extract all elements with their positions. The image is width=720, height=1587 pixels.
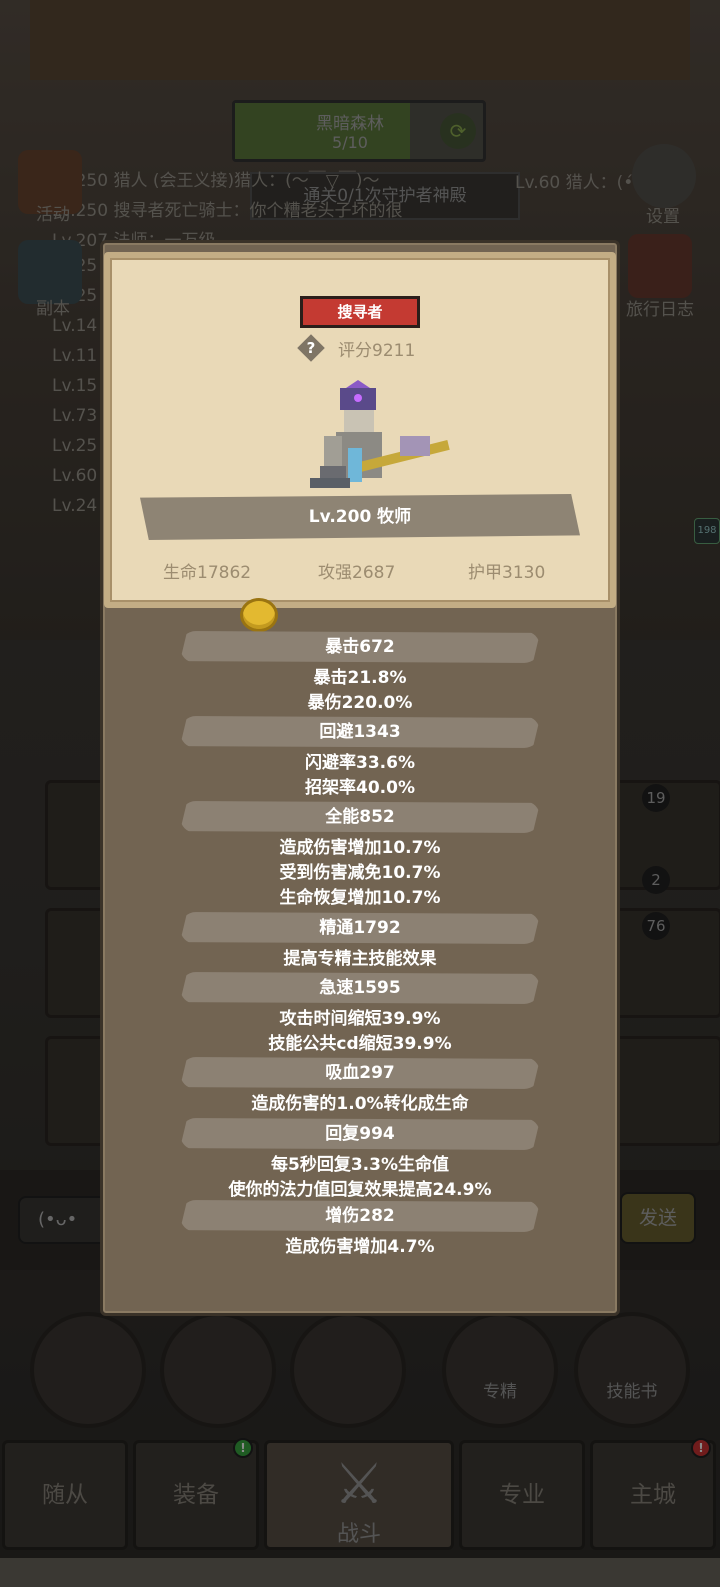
- attribute-detail: 闪避率33.6%: [305, 753, 415, 773]
- attribute-detail: 使你的法力值回复效果提高24.9%: [228, 1180, 492, 1200]
- attribute-title: 回复994: [325, 1124, 395, 1144]
- attribute-detail: 技能公共cd缩短39.9%: [268, 1034, 452, 1054]
- score-value: 评分9211: [338, 341, 416, 361]
- attribute-title: 回避1343: [319, 722, 401, 742]
- priest-avatar: [310, 380, 450, 488]
- level-class-text: Lv.200 牧师: [308, 507, 412, 527]
- attribute-detail: 攻击时间缩短39.9%: [279, 1009, 441, 1029]
- attribute-title: 精通1792: [319, 918, 401, 938]
- attribute-title: 暴击672: [325, 637, 395, 657]
- attribute-detail: 每5秒回复3.3%生命值: [271, 1155, 449, 1175]
- attribute-detail: 造成伤害的1.0%转化成生命: [251, 1094, 469, 1114]
- attribute-title: 全能852: [325, 807, 395, 827]
- attribute-detail: 暴伤220.0%: [307, 693, 413, 713]
- hp-stat: 生命17862: [163, 563, 252, 583]
- attribute-detail: 招架率40.0%: [305, 778, 415, 798]
- attribute-detail: 造成伤害增加4.7%: [285, 1237, 435, 1257]
- coin-icon: [240, 598, 278, 632]
- attribute-detail: 受到伤害减免10.7%: [279, 863, 441, 883]
- attribute-title: 增伤282: [325, 1206, 395, 1226]
- attribute-detail: 暴击21.8%: [313, 668, 407, 688]
- attribute-title: 急速1595: [319, 978, 401, 998]
- armor-stat: 护甲3130: [468, 563, 546, 583]
- attribute-detail: 造成伤害增加10.7%: [279, 838, 441, 858]
- attribute-detail: 生命恢复增加10.7%: [279, 888, 441, 908]
- help-question-mark: ?: [306, 339, 316, 357]
- attribute-detail: 提高专精主技能效果: [283, 949, 437, 969]
- role-tag: 搜寻者: [300, 296, 420, 328]
- attribute-title: 吸血297: [325, 1063, 395, 1083]
- attack-stat: 攻强2687: [318, 563, 396, 583]
